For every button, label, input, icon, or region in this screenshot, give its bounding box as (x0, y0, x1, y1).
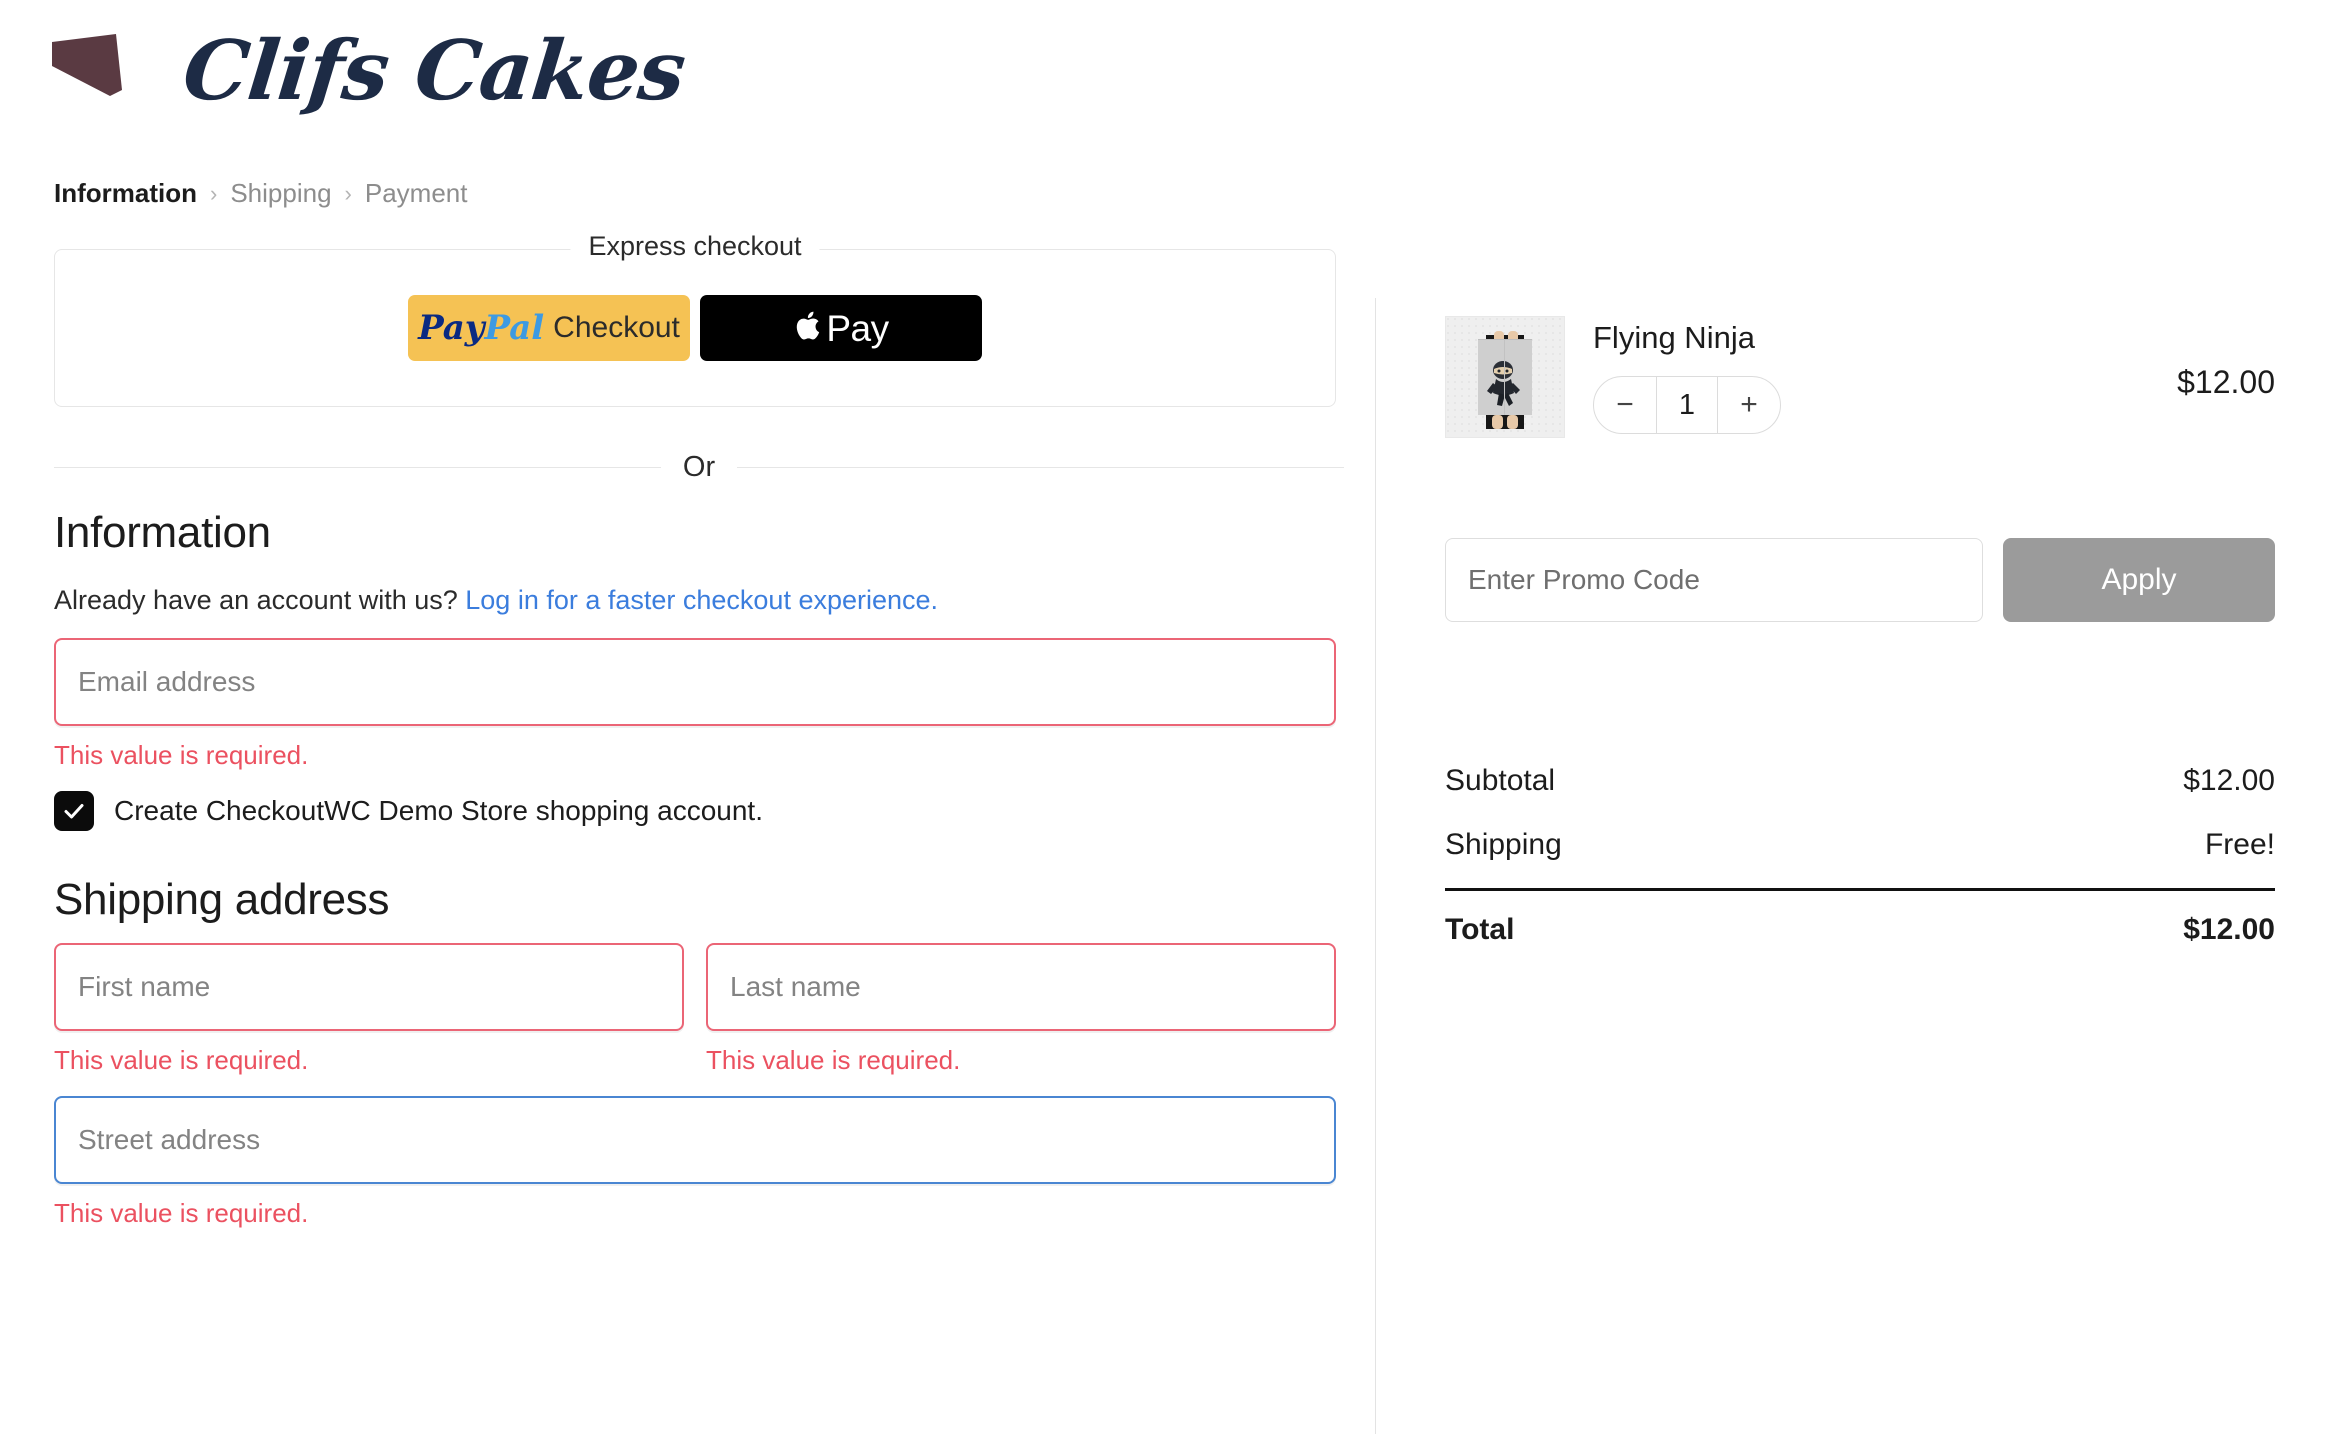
account-prompt: Already have an account with us? Log in … (54, 585, 1375, 616)
subtotal-value: $12.00 (2183, 764, 2275, 797)
apple-pay-button[interactable]: Pay (700, 295, 982, 361)
column-divider (1375, 298, 1376, 1434)
site-header: Clifs Cakes (0, 0, 2350, 148)
email-input[interactable] (54, 638, 1336, 726)
account-prompt-text: Already have an account with us? (54, 585, 458, 615)
shipping-label: Shipping (1445, 828, 1562, 861)
first-name-error-message: This value is required. (54, 1045, 309, 1075)
product-thumbnail[interactable] (1445, 316, 1565, 438)
last-name-input[interactable] (706, 943, 1336, 1031)
subtotal-label: Subtotal (1445, 764, 1556, 797)
chevron-right-icon: › (344, 180, 352, 206)
apple-pay-label: Pay (826, 307, 889, 349)
breadcrumb: Information › Shipping › Payment (54, 148, 1375, 235)
paypal-checkout-button[interactable]: PayPal Checkout (408, 295, 690, 361)
quantity-increase-button[interactable]: + (1718, 377, 1780, 433)
apply-promo-button[interactable]: Apply (2003, 538, 2275, 622)
product-price: $12.00 (2177, 364, 2275, 400)
checkout-layout: Information › Shipping › Payment Express… (0, 148, 2350, 1434)
promo-code-row: Apply (1445, 538, 2275, 622)
first-name-field-group: This value is required. (54, 943, 684, 1096)
cake-slice-icon (48, 18, 148, 124)
or-label: Or (682, 451, 716, 483)
order-totals: Subtotal $12.00 Shipping Free! Total $12… (1445, 752, 2275, 965)
brand-logo[interactable]: Clifs Cakes (48, 18, 2350, 124)
express-checkout-legend: Express checkout (570, 231, 820, 262)
street-address-field-group: This value is required. (54, 1096, 1375, 1229)
grand-total-row: Total $12.00 (1445, 888, 2275, 965)
breadcrumb-item-information[interactable]: Information (54, 178, 197, 209)
create-account-label: Create CheckoutWC Demo Store shopping ac… (114, 795, 763, 826)
email-error-message: This value is required. (54, 740, 309, 770)
street-address-error-message: This value is required. (54, 1198, 309, 1228)
order-summary-column: Flying Ninja − 1 + $12.00 Apply Subtotal… (1375, 148, 2350, 965)
order-line-item: Flying Ninja − 1 + $12.00 (1445, 316, 2275, 438)
checkout-form-column: Information › Shipping › Payment Express… (0, 148, 1375, 1249)
last-name-field-group: This value is required. (706, 943, 1336, 1096)
breadcrumb-item-shipping[interactable]: Shipping (230, 178, 331, 209)
create-account-checkbox-row[interactable]: Create CheckoutWC Demo Store shopping ac… (54, 791, 1375, 831)
shipping-address-heading: Shipping address (54, 875, 390, 924)
or-divider: Or (54, 451, 1344, 484)
product-name: Flying Ninja (1593, 320, 1755, 355)
shipping-row: Shipping Free! (1445, 816, 2275, 880)
quantity-value[interactable]: 1 (1656, 377, 1718, 433)
shipping-value: Free! (2204, 828, 2275, 861)
paypal-logo-icon: PayPal (418, 308, 545, 348)
subtotal-row: Subtotal $12.00 (1445, 752, 2275, 816)
brand-wordmark: Clifs Cakes (178, 23, 690, 119)
chevron-right-icon: › (210, 180, 218, 206)
create-account-checkbox[interactable] (54, 791, 94, 831)
product-details: Flying Ninja − 1 + (1593, 316, 2149, 434)
promo-code-input[interactable] (1445, 538, 1983, 622)
quantity-stepper[interactable]: − 1 + (1593, 376, 1781, 434)
paypal-button-label: Checkout (553, 311, 680, 344)
express-checkout-buttons: PayPal Checkout Pay (408, 295, 982, 361)
email-field-group: This value is required. (54, 638, 1375, 771)
last-name-error-message: This value is required. (706, 1045, 961, 1075)
first-name-input[interactable] (54, 943, 684, 1031)
divider-line-left (54, 467, 661, 468)
login-link[interactable]: Log in for a faster checkout experience. (465, 585, 938, 615)
grand-total-label: Total (1445, 913, 1515, 946)
ninja-poster-image (1446, 317, 1564, 437)
checkmark-icon (64, 804, 84, 819)
apple-logo-icon (793, 311, 821, 345)
information-heading: Information (54, 508, 271, 557)
breadcrumb-item-payment[interactable]: Payment (365, 178, 468, 209)
express-checkout-panel: Express checkout PayPal Checkout Pay (54, 231, 1336, 407)
divider-line-right (737, 467, 1344, 468)
grand-total-value: $12.00 (2183, 913, 2275, 946)
street-address-input[interactable] (54, 1096, 1336, 1184)
quantity-decrease-button[interactable]: − (1594, 377, 1656, 433)
name-fields-row: This value is required. This value is re… (54, 943, 1375, 1096)
